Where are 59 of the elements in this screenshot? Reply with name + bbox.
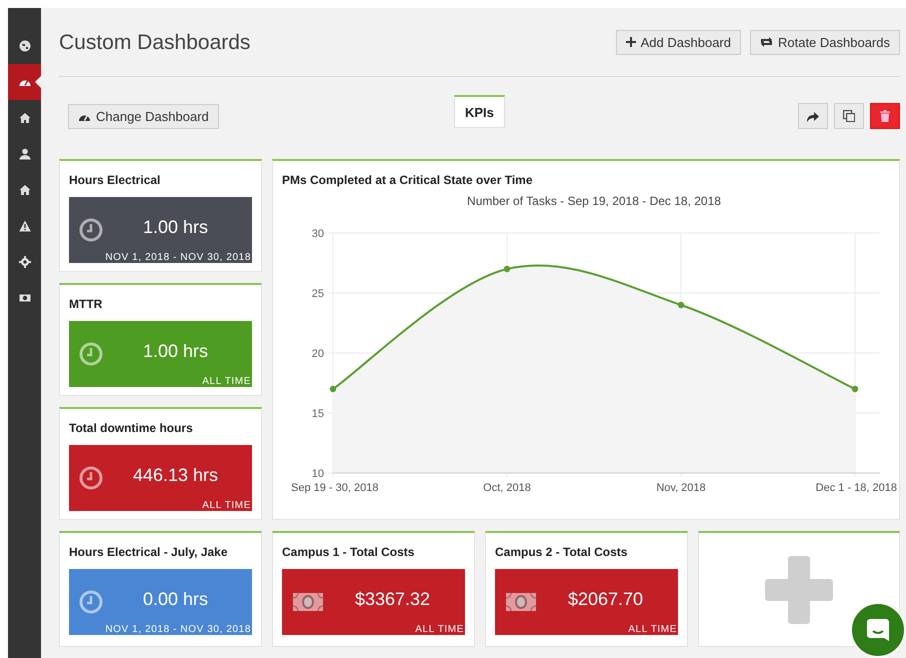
house-icon bbox=[18, 184, 30, 196]
data-point bbox=[330, 386, 336, 392]
data-point bbox=[852, 386, 858, 392]
metric-value: 0.00 hrs bbox=[142, 588, 210, 610]
clock-icon bbox=[79, 466, 103, 490]
person-icon bbox=[18, 148, 30, 160]
period-label: ALL TIME bbox=[415, 624, 464, 635]
dashboard-tab[interactable]: KPIs bbox=[454, 95, 505, 128]
trash-icon bbox=[880, 110, 890, 122]
tile-title: Campus 2 - Total Costs bbox=[495, 545, 628, 559]
tile-title: MTTR bbox=[69, 297, 104, 311]
settings-icon bbox=[18, 256, 30, 268]
x-tick-label: Nov, 2018 bbox=[656, 482, 706, 494]
x-tick-label: Oct, 2018 bbox=[483, 482, 531, 494]
y-tick-label: 25 bbox=[312, 288, 324, 300]
clock-icon bbox=[79, 590, 103, 614]
data-point bbox=[678, 302, 684, 308]
metric-value: 1.00 hrs bbox=[142, 340, 210, 362]
period-label: NOV 1, 2018 - NOV 30, 2018 bbox=[105, 252, 251, 263]
tile-title: Hours Electrical bbox=[69, 173, 162, 187]
repeat-icon bbox=[760, 37, 773, 47]
period-label: NOV 1, 2018 - NOV 30, 2018 bbox=[105, 624, 251, 635]
page-title: Custom Dashboards bbox=[59, 30, 252, 55]
metric-value: $2067.70 bbox=[566, 588, 644, 610]
house-icon bbox=[18, 112, 30, 124]
y-tick-label: 20 bbox=[312, 348, 324, 360]
chat-icon bbox=[865, 617, 891, 643]
y-tick-label: 10 bbox=[312, 468, 324, 480]
delete-button[interactable] bbox=[870, 103, 900, 129]
metric-value: 446.13 hrs bbox=[132, 464, 220, 486]
period-label: ALL TIME bbox=[202, 500, 251, 511]
tile-title: Hours Electrical - July, Jake bbox=[69, 545, 229, 559]
chart-card-title: PMs Completed at a Critical State over Time bbox=[282, 173, 534, 187]
change-dashboard-button[interactable]: Change Dashboard bbox=[68, 104, 219, 128]
copy-icon bbox=[843, 110, 855, 122]
x-tick-label: Dec 1 - 18, 2018 bbox=[816, 482, 897, 494]
arrow-icon bbox=[807, 110, 819, 122]
banknote-icon bbox=[18, 292, 30, 304]
period-label: ALL TIME bbox=[202, 376, 251, 387]
add-dashboard-button[interactable]: Add Dashboard bbox=[616, 30, 741, 54]
warning-icon bbox=[18, 220, 30, 232]
y-tick-label: 15 bbox=[312, 408, 324, 420]
period-label: ALL TIME bbox=[628, 624, 677, 635]
metric-value: $3367.32 bbox=[354, 588, 432, 610]
tile-title: Total downtime hours bbox=[69, 421, 194, 435]
tile-title: Campus 1 - Total Costs bbox=[282, 545, 416, 559]
clock-icon bbox=[79, 218, 103, 242]
rotate-dashboards-button[interactable]: Rotate Dashboards bbox=[750, 30, 900, 54]
x-tick-label: Sep 19 - 30, 2018 bbox=[291, 482, 378, 494]
add-tile-button[interactable] bbox=[764, 554, 834, 624]
plus-icon bbox=[626, 37, 636, 47]
share-button[interactable] bbox=[798, 103, 828, 129]
chart-title: Number of Tasks - Sep 19, 2018 - Dec 18, 2018 bbox=[467, 194, 721, 208]
y-tick-label: 30 bbox=[312, 228, 324, 240]
metric-value: 1.00 hrs bbox=[142, 216, 210, 238]
data-point bbox=[504, 266, 510, 272]
clock-icon bbox=[79, 342, 103, 366]
copy-button[interactable] bbox=[834, 103, 864, 129]
sidebar-item[interactable] bbox=[8, 64, 41, 100]
